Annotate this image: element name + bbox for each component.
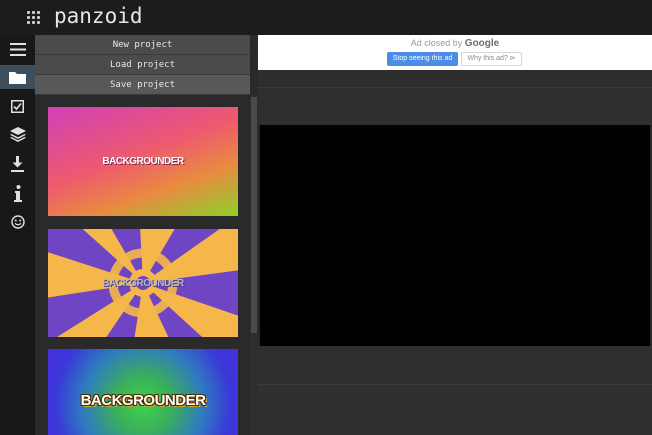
panel-scrollbar[interactable] — [250, 95, 258, 435]
timeline-header — [258, 346, 652, 384]
ad-closed-text: Ad closed by Google — [258, 38, 652, 49]
scrollbar-thumb[interactable] — [251, 97, 257, 333]
app-logo[interactable]: panzoid — [54, 4, 143, 28]
smiley-icon[interactable] — [0, 210, 35, 234]
template-title: BACKGROUNDER — [102, 277, 184, 289]
ad-banner: Ad closed by Google Stop seeing this ad … — [258, 35, 652, 70]
template-title: BACKGROUNDER — [80, 392, 206, 409]
template-title: BACKGROUNDER — [102, 156, 184, 167]
template-thumbnail[interactable]: BACKGROUNDER — [48, 229, 238, 337]
sidebar-icon-bar — [0, 35, 35, 435]
template-thumbnail[interactable]: BACKGROUNDER — [48, 107, 238, 216]
template-thumbnail[interactable]: BACKGROUNDER — [48, 349, 238, 435]
timeline-panel[interactable] — [258, 384, 652, 435]
download-icon[interactable] — [0, 152, 35, 176]
info-icon[interactable] — [0, 181, 35, 205]
folder-icon[interactable] — [0, 65, 35, 89]
hamburger-menu-icon[interactable] — [0, 37, 35, 61]
new-project-button[interactable]: New project — [35, 35, 250, 55]
ad-closed-label: Ad closed by — [410, 38, 463, 48]
project-panel: New project Load project Save project BA… — [35, 35, 258, 435]
why-this-ad-button[interactable]: Why this ad? ⊳ — [461, 52, 522, 66]
checkbox-icon[interactable] — [0, 94, 35, 118]
toolbar-strip — [258, 70, 652, 87]
canvas-header — [258, 87, 652, 125]
load-project-button[interactable]: Load project — [35, 55, 250, 75]
layers-icon[interactable] — [0, 122, 35, 146]
preview-canvas[interactable] — [260, 125, 650, 346]
ad-provider: Google — [464, 38, 500, 49]
stop-seeing-ad-button[interactable]: Stop seeing this ad — [387, 52, 458, 66]
save-project-button[interactable]: Save project — [35, 75, 250, 95]
main-area: Ad closed by Google Stop seeing this ad … — [258, 35, 652, 435]
apps-grid-icon[interactable] — [27, 11, 41, 25]
top-bar: panzoid — [0, 0, 652, 35]
